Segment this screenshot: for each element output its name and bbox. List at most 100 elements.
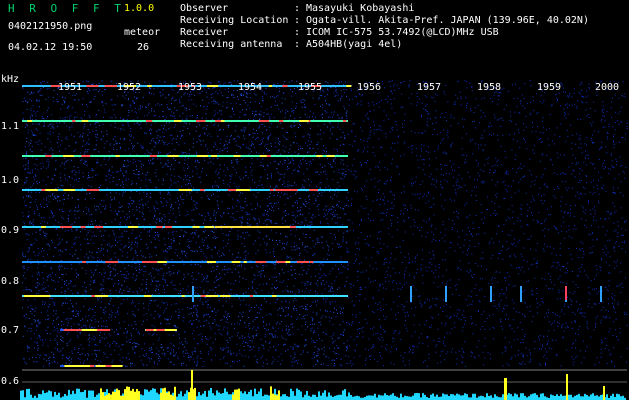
carrier-hotspot [109,365,123,367]
carrier-hotspot [142,261,150,263]
info-label-antenna: Receiving antenna [180,39,283,50]
carrier-hotspot [326,155,331,157]
carrier-hotspot [91,295,95,297]
carrier-hotspot [282,85,288,87]
carrier-hotspot [104,85,117,87]
carrier-hotspot [149,155,157,157]
carrier-hotspot [227,189,238,191]
info-value-location: Ogata-vill. Akita-Pref. JAPAN (139.96E, … [306,15,589,26]
noise-layer [22,80,628,367]
carrier-hotspot [72,120,76,122]
carrier-hotspot [41,189,46,191]
observation-datetime: 04.02.12 19:50 [8,42,93,53]
carrier-hotspot [89,329,97,331]
time-tick-label: 1951 [58,82,82,93]
carrier-hotspot [105,261,119,263]
carrier-hotspot [45,155,52,157]
amplitude-spike [603,386,605,400]
amplitude-spike [566,374,568,400]
time-tick-label: 1956 [357,82,381,93]
carrier-hotspot [146,120,153,122]
time-tick-label: 1957 [417,82,441,93]
carrier-hotspot [174,120,182,122]
carrier-hotspot [206,261,216,263]
info-colon: : [294,3,301,14]
carrier-hotspot [220,120,225,122]
carrier-hotspot [148,261,158,263]
carrier-hotspot [98,365,106,367]
carrier-hotspot [81,120,89,122]
carrier-hotspot [81,155,91,157]
carrier-hotspot [115,155,120,157]
amplitude-spike [191,370,193,400]
time-tick-label: 1954 [238,82,262,93]
time-tick-label: 1955 [298,82,322,93]
carrier-hotspot [45,189,58,191]
time-tick-label: 1958 [477,82,501,93]
carrier-hotspot [63,155,74,157]
carrier-hotspot [105,329,111,331]
carrier-hotspot [249,295,254,297]
carrier-hotspot [196,120,206,122]
carrier-hotspot [310,261,314,263]
meteor-echo [192,286,194,302]
carrier-hotspot [94,226,104,228]
carrier-hotspot [268,85,273,87]
carrier-hotspot [219,295,231,297]
carrier-hotspot [276,261,286,263]
carrier-hotspot [231,261,241,263]
time-tick-label: 2000 [595,82,619,93]
carrier-hotspot [143,295,152,297]
carrier-hotspot [63,189,76,191]
carrier-hotspot [82,261,86,263]
carrier-hotspot [258,120,270,122]
y-tick-label: 0.9 [1,225,19,236]
noise-speckle [22,80,348,367]
carrier-hotspot [27,120,33,122]
carrier-hotspot [70,365,83,367]
info-value-antenna: A504HB(yagi 4el) [306,39,403,50]
carrier-hotspot [74,329,79,331]
meteor-echo [520,286,522,302]
carrier-hotspot [236,189,246,191]
info-label-receiver: Receiver [180,27,229,38]
carrier-hotspot [199,189,205,191]
carrier-hotspot [299,120,309,122]
carrier-hotspot [196,155,209,157]
axis-unit-label: kHz [1,74,19,85]
carrier-hotspot [205,295,219,297]
info-label-observer: Observer [180,3,229,14]
carrier-hotspot [156,329,166,331]
y-tick-label: 1.1 [1,121,19,132]
carrier-hotspot [181,295,185,297]
carrier-hotspot [259,155,267,157]
carrier-hotspot [316,155,323,157]
carrier-hotspot [146,329,151,331]
info-colon: : [294,15,301,26]
app-title: H R O F F T [8,2,125,15]
carrier-hotspot [167,155,179,157]
meteor-label: meteor [124,27,161,38]
amplitude-strip [20,370,626,400]
meteor-echo [565,286,567,300]
info-colon: : [294,39,301,50]
carrier-hotspot [60,226,73,228]
carrier-hotspot [78,329,82,331]
meteor-echo [490,286,492,302]
carrier-hotspot [272,295,277,297]
info-value-receiver: ICOM IC-575 53.7492(@LCD)MHz USB [306,27,499,38]
carrier-hotspot [86,85,99,87]
carrier-hotspot [211,155,217,157]
carrier-hotspot [243,261,247,263]
carrier-hotspot [63,329,74,331]
carrier-hotspot [192,226,200,228]
meteor-echo [600,286,602,302]
time-tick-label: 1953 [178,82,202,93]
app-version: 1.0.0 [124,3,155,14]
carrier-hotspot [86,189,100,191]
carrier-hotspot [165,226,173,228]
carrier-hotspot [164,329,170,331]
meteor-echo [410,286,412,302]
info-label-location: Receiving Location [180,15,289,26]
carrier-hotspot [81,329,91,331]
